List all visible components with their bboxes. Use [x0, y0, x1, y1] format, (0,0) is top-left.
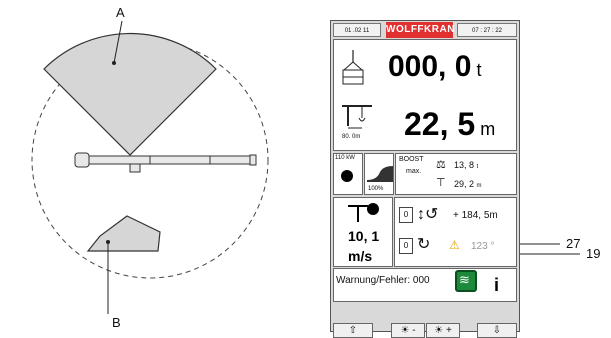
motor-icon [341, 170, 353, 182]
wind-value: 10, 1 [348, 228, 380, 244]
boost-radius-icon: ⊤ [436, 177, 446, 189]
load-radius-box: 000, 0 t 80. 0m 22, 5 m [333, 39, 517, 151]
hook-distance: 80. 0m [342, 134, 361, 140]
info-button[interactable]: i [494, 275, 499, 296]
boost-load-icon: ⚖ [436, 159, 446, 171]
brand-logo: WOLFFKRAN [386, 22, 454, 38]
time-display: 07 : 27 : 22 [457, 23, 517, 37]
motion-box: 0 ↕↺ + 184, 5m 0 ↻ ⚠ 123 ° [394, 197, 517, 267]
wind-box: 10, 1 m/s [333, 197, 393, 267]
slew-arrow-icon: ↻ [417, 236, 431, 253]
boost-load: 13, 8 t [454, 160, 479, 170]
callout-27: 27 [566, 236, 580, 251]
radius-value: 22, 5 m [404, 106, 496, 142]
speed-percent: 100% [368, 186, 384, 192]
down-button[interactable]: ⇩ [477, 323, 517, 338]
wind-icon [348, 203, 379, 222]
crane-jib [74, 152, 257, 173]
warning-icon: ⚠ [449, 238, 460, 252]
power-label: 110 kW [335, 155, 355, 161]
wifi-status-button[interactable]: ≋ [455, 270, 477, 292]
slew-value: 123 ° [471, 241, 495, 252]
power-box: 110 kW [333, 153, 363, 195]
load-icon [342, 50, 364, 85]
speed-curve-icon [367, 166, 393, 182]
wifi-icon: ≋ [459, 272, 470, 287]
boost-max-label: max. [406, 168, 422, 175]
leader-dot-a [112, 61, 116, 65]
label-b: B [112, 315, 121, 330]
slew-counter-button[interactable]: 0 [399, 238, 413, 254]
speed-box: 100% [364, 153, 394, 195]
brightness-down-button[interactable]: ☀ - [391, 323, 425, 338]
load-value: 000, 0 t [388, 50, 482, 83]
boost-label: BOOST [399, 156, 424, 163]
date-display: 01 .02 11 [333, 23, 381, 37]
restricted-zone-b [86, 215, 161, 252]
label-a: A [116, 5, 125, 20]
working-area-a [43, 33, 217, 156]
warning-box: Warnung/Fehler: 000 i [333, 268, 517, 302]
callout-19: 19 [586, 246, 600, 261]
up-button[interactable]: ⇧ [333, 323, 373, 338]
trolley-counter-button[interactable]: 0 [399, 207, 413, 223]
crane-control-display: 01 .02 11 WOLFFKRAN 07 : 27 : 22 000, 0 … [330, 20, 520, 338]
wind-unit: m/s [348, 248, 373, 264]
leader-dot-b [106, 240, 110, 244]
boost-radius: 29, 2 m [454, 179, 482, 189]
boost-box: BOOST max. ⚖ 13, 8 t ⊤ 29, 2 m [395, 153, 517, 195]
warning-text: Warnung/Fehler: 000 [336, 275, 430, 286]
trolley-arrows-icon: ↕↺ [417, 206, 439, 223]
radius-icon [342, 105, 372, 129]
trolley-value: + 184, 5m [453, 210, 498, 221]
brightness-up-button[interactable]: ☀ + [426, 323, 460, 338]
